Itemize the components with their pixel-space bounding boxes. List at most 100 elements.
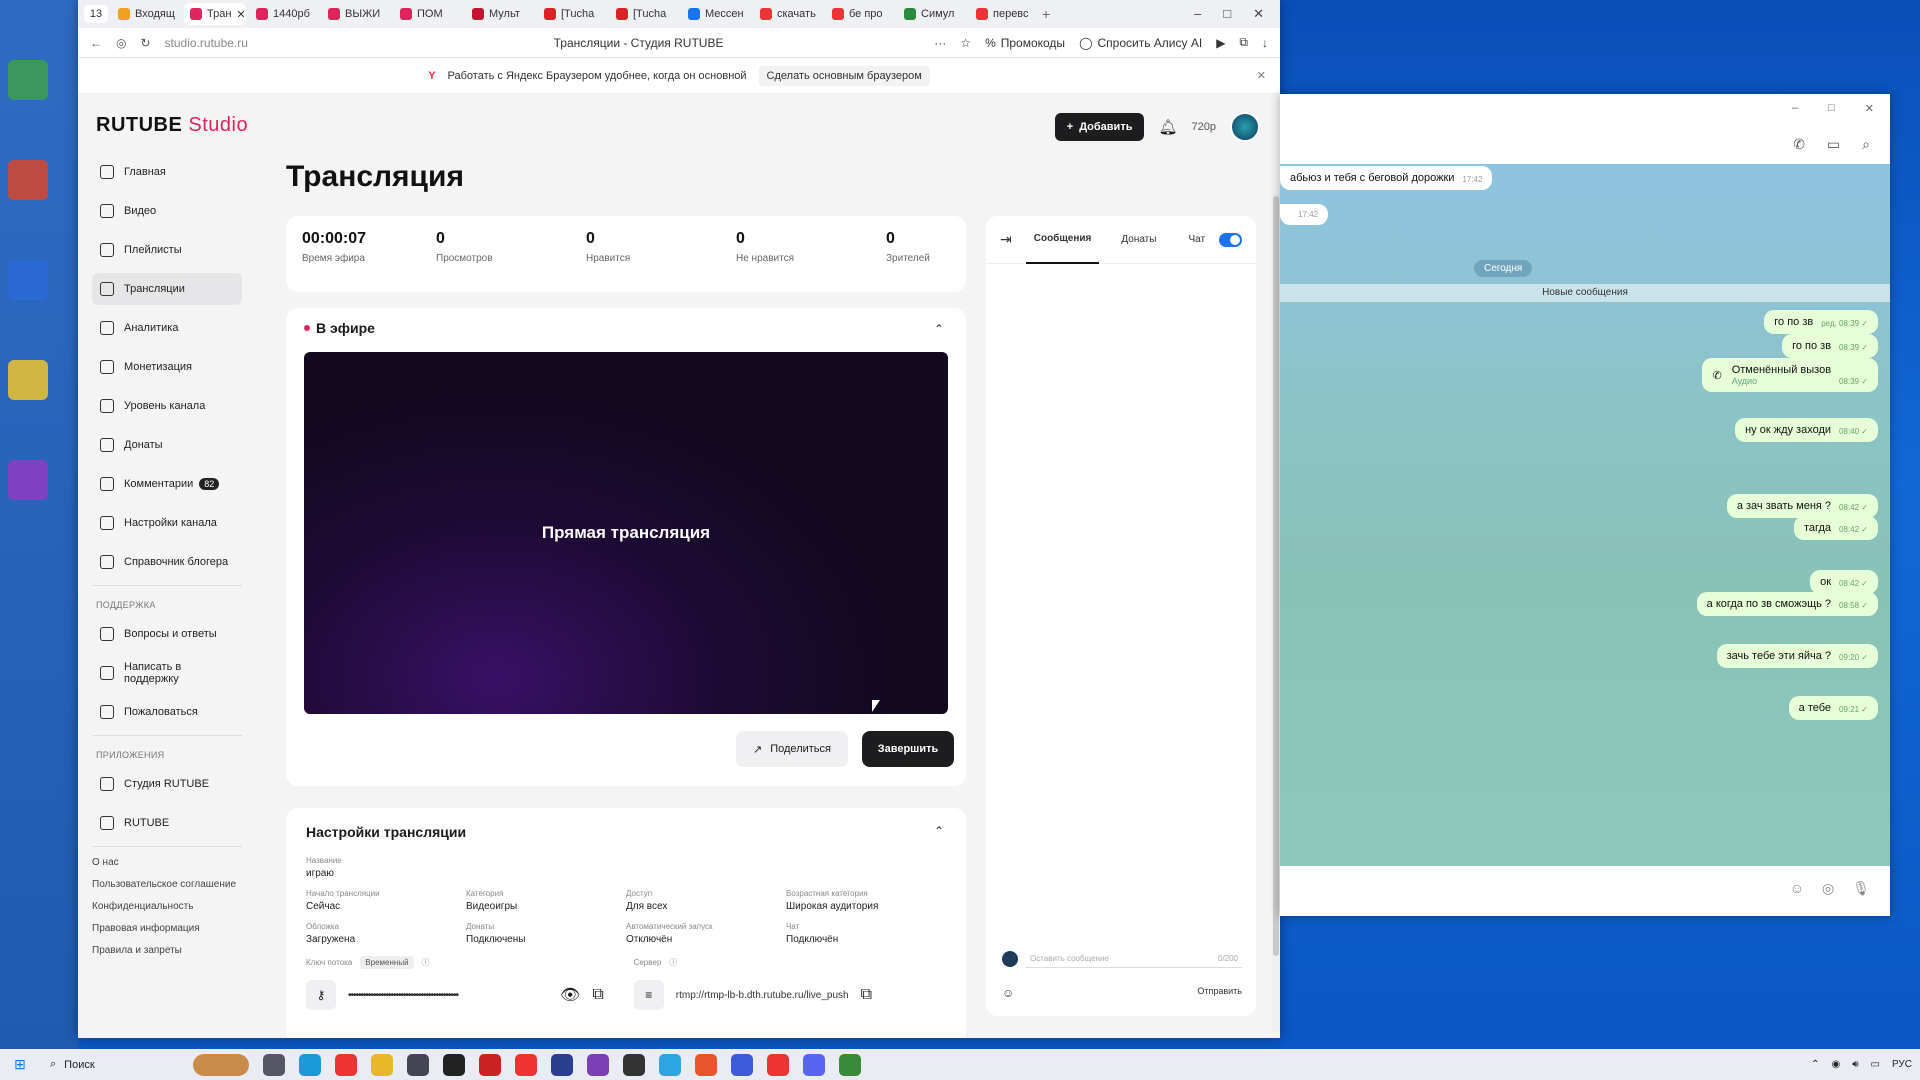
message-bubble[interactable]: ✆ Отменённый вызов Аудио 08:39 ✓ [1702,358,1878,392]
app-icon[interactable] [587,1053,609,1076]
telegram-icon[interactable] [659,1053,681,1076]
footer-link[interactable]: О нас [92,857,242,868]
desktop-app-icon[interactable] [8,60,48,100]
minimize-icon[interactable]: – [1194,6,1201,22]
maximize-icon[interactable]: □ [1223,6,1231,22]
browser-tab[interactable]: бе про [826,3,894,25]
volume-icon[interactable]: 🔊︎ [1852,1059,1858,1070]
app-icon[interactable] [479,1053,501,1076]
taskbar-search[interactable]: ⌕ Поиск [40,1058,186,1071]
sidebar-item-monetization[interactable]: Монетизация [92,351,242,383]
sidebar-item-comments[interactable]: Комментарии 82 [92,468,242,500]
sidebar-item-home[interactable]: Главная [92,156,242,188]
discord-icon[interactable] [803,1053,825,1076]
explorer-icon[interactable] [371,1053,393,1076]
help-icon[interactable]: ⓘ [422,957,430,968]
sidebar-item-analytics[interactable]: Аналитика [92,312,242,344]
desktop-app-icon[interactable] [8,260,48,300]
share-button[interactable]: ↗ Поделиться [736,731,848,767]
server-help-icon[interactable]: ⓘ [669,957,677,968]
url-field[interactable]: studio.rutube.ru [165,36,425,50]
chat-toggle[interactable] [1219,232,1242,247]
desktop-app-icon[interactable] [8,360,48,400]
download-icon[interactable]: ↓ [1262,36,1268,50]
tray-chevron-icon[interactable]: ⌃ [1811,1059,1819,1070]
start-icon[interactable]: ⊞ [0,1056,40,1073]
app-icon[interactable] [443,1053,465,1076]
tg-minimize-icon[interactable]: – [1792,102,1798,122]
task-view-icon[interactable] [263,1053,285,1076]
tab-close-icon[interactable]: ✕ [236,8,245,21]
browser-tab[interactable]: Симул [898,3,966,25]
browser-tab[interactable]: 1440рб [250,3,318,25]
mic-icon[interactable]: 🎙︎ [1852,880,1870,897]
browser-tab[interactable]: Мульт [466,3,534,25]
sidebar-item-blogger-guide[interactable]: Справочник блогера [92,546,242,578]
message-bubble[interactable]: 17:42 [1280,204,1329,225]
search-icon[interactable]: ⌕ [1862,136,1870,153]
yandex-icon[interactable] [335,1053,357,1076]
footer-link[interactable]: Пользовательское соглашение [92,879,242,890]
footer-link[interactable]: Правила и запреты [92,945,242,956]
desktop-app-icon[interactable] [8,460,48,500]
message-bubble[interactable]: а когда по зв сможэщь ? 08:58 ✓ [1696,592,1878,616]
footer-link[interactable]: Правовая информация [92,923,242,934]
tg-close-icon[interactable]: ✕ [1865,102,1874,122]
tab-count[interactable]: 13 [84,5,108,23]
alice-button[interactable]: ◯ Спросить Алису AI [1079,36,1202,50]
media-icon[interactable]: ▶ [1216,36,1225,50]
close-icon[interactable]: ✕ [1253,6,1264,22]
bell-icon[interactable]: 🔔︎ [1158,118,1177,136]
sidebar-app-item[interactable]: RUTUBE [92,807,242,839]
bookmark-icon[interactable]: ☆ [960,36,971,50]
sidebar-support-item[interactable]: Написать в поддержку [92,657,242,689]
sidebar-support-item[interactable]: Пожаловаться [92,696,242,728]
browser-tab[interactable]: [Tucha [538,3,606,25]
browser-tab[interactable]: Мессен [682,3,750,25]
message-bubble[interactable]: го по зв ред. 08:39 ✓ [1764,310,1878,334]
browser-tab[interactable]: ПОМ [394,3,462,25]
sidebar-app-item[interactable]: Студия RUTUBE [92,768,242,800]
camera-icon[interactable]: ◎ [1822,880,1834,897]
avatar[interactable] [1230,112,1260,142]
emoji-icon[interactable]: ☺ [1002,986,1014,1000]
language-indicator[interactable]: РУС [1892,1059,1912,1070]
sidebar-support-item[interactable]: Вопросы и ответы [92,618,242,650]
browser-tab[interactable]: скачать [754,3,822,25]
add-button[interactable]: + Добавить [1054,113,1145,141]
desktop-app-icon[interactable] [8,160,48,200]
app-icon[interactable] [623,1053,645,1076]
message-bubble[interactable]: ок 08:42 ✓ [1810,570,1878,594]
end-stream-button[interactable]: Завершить [862,731,954,767]
reload-icon[interactable]: ↻ [140,36,150,50]
page-scrollbar[interactable] [1272,194,1280,1032]
browser-tab[interactable]: Входящ [112,3,180,25]
message-bubble[interactable]: а зач звать меня ? 08:42 ✓ [1726,494,1878,518]
collapse-chat-icon[interactable]: ⇥ [1000,231,1012,248]
settings-chevron-icon[interactable]: ⌃ [934,824,944,838]
sidebar-item-donations[interactable]: Донаты [92,429,242,461]
quality-badge[interactable]: 720p [1192,121,1216,133]
collapse-chevron-icon[interactable]: ⌃ [934,322,944,336]
battery-icon[interactable]: ▭ [1871,1059,1880,1070]
more-icon[interactable]: ··· [934,36,946,50]
show-key-eye-icon[interactable]: 👁︎ [560,985,580,1005]
copy-key-icon[interactable]: ⧉ [592,986,603,1004]
message-bubble[interactable]: зачь тебе эти яйча ? 09:20 ✓ [1716,644,1878,668]
new-tab-icon[interactable]: + [1042,6,1050,22]
app-icon[interactable] [839,1053,861,1076]
sidebar-item-channel-settings[interactable]: Настройки канала [92,507,242,539]
tab-donations[interactable]: Донаты [1113,216,1164,264]
tg-maximize-icon[interactable]: □ [1828,102,1835,122]
yandex-browser-icon[interactable] [515,1053,537,1076]
sidebar-item-streams[interactable]: Трансляции [92,273,242,305]
weather-widget-icon[interactable] [193,1053,249,1076]
chrome-icon[interactable] [695,1053,717,1076]
sidebar-item-channel-level[interactable]: Уровень канала [92,390,242,422]
back-icon[interactable]: ← [90,36,102,50]
video-player[interactable]: Прямая трансляция [304,352,948,714]
tg-message-input[interactable]: ☺ ◎ 🎙︎ [1280,866,1890,910]
message-bubble[interactable]: абьюз и тебя с беговой дорожки 17:42 [1280,166,1493,190]
browser-tab[interactable]: [Tucha [610,3,678,25]
message-bubble[interactable]: тагда 08:42 ✓ [1793,516,1878,540]
